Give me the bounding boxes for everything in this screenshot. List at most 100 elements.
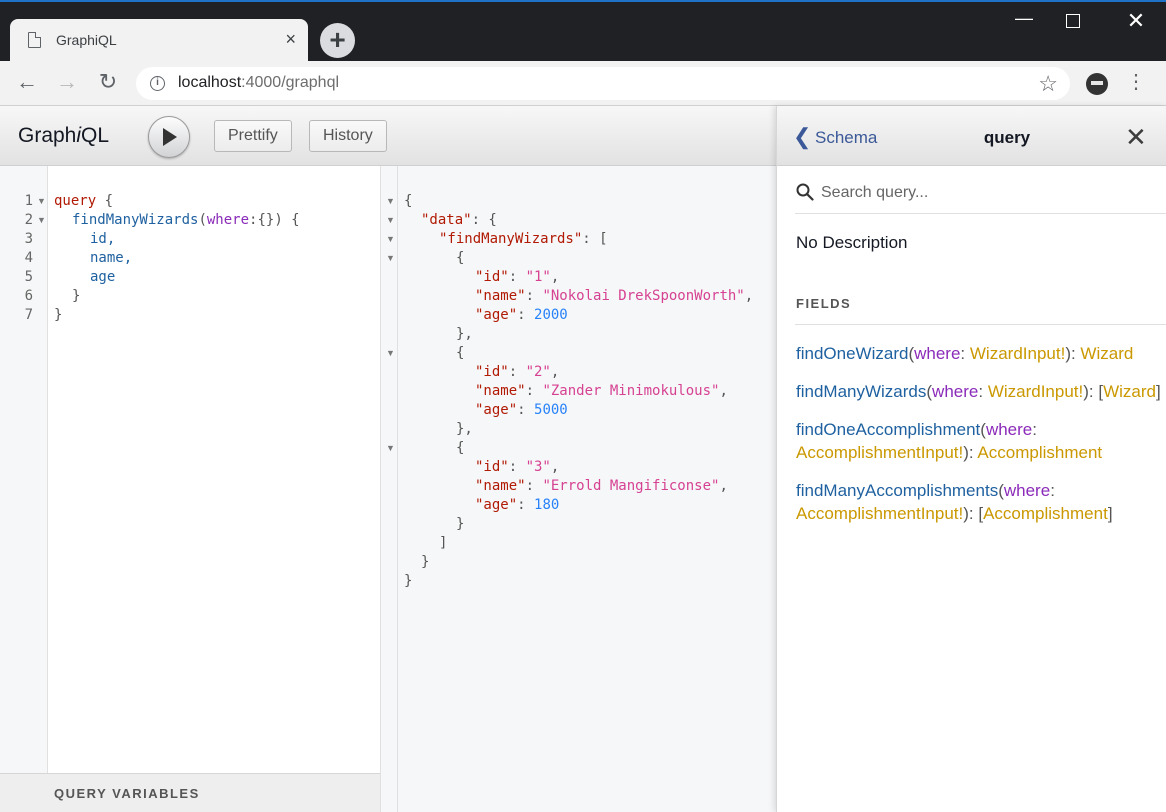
tab-close-icon[interactable]: × [285, 29, 296, 49]
field-name-link[interactable]: findOneWizard [796, 344, 908, 363]
query-editor[interactable]: 1 2 3 4 5 6 7 ▼ ▼ query { findManyWizard… [0, 166, 380, 774]
star-icon[interactable]: ☆ [1038, 71, 1058, 97]
field-arg: where [932, 382, 979, 401]
json-line: }, [456, 326, 473, 342]
json-line: { [404, 193, 413, 209]
fold-arrow-icon[interactable]: ▼ [37, 211, 46, 230]
field-name-link[interactable]: findManyAccomplishments [796, 481, 998, 500]
json-line: } [456, 516, 465, 532]
json-line: { [456, 345, 465, 361]
browser-tab[interactable]: GraphiQL × [10, 19, 308, 63]
info-icon[interactable]: i [150, 76, 165, 91]
json-line: "name": "Nokolai DrekSpoonWorth", [475, 288, 754, 304]
field-arg-type-link[interactable]: WizardInput! [970, 344, 1065, 363]
code-line: findManyWizards(where:{}) { [72, 212, 300, 228]
line-number: 6 [24, 288, 33, 304]
minimize-icon[interactable]: — [1012, 8, 1036, 29]
search-icon [796, 183, 814, 201]
kebab-menu-icon[interactable]: ⋮ [1126, 69, 1146, 95]
line-number: 7 [24, 307, 33, 323]
code-line: name, [90, 250, 133, 266]
json-line: "data": { [421, 212, 497, 228]
field-type-link[interactable]: Wizard [1103, 382, 1156, 401]
fold-arrow-icon[interactable]: ▼ [37, 192, 46, 211]
back-arrow-icon[interactable]: ← [14, 70, 40, 94]
field-arg-type-link[interactable]: WizardInput! [988, 382, 1083, 401]
line-number: 1 [24, 193, 33, 209]
doc-field: findManyAccomplishments(where: Accomplis… [796, 481, 1113, 523]
json-line: } [404, 573, 413, 589]
query-variables-bar[interactable]: QUERY VARIABLES [0, 773, 380, 812]
json-line: "age": 180 [475, 497, 560, 513]
doc-field: findOneAccomplishment(where: Accomplishm… [796, 420, 1103, 462]
new-tab-button[interactable]: + [320, 23, 355, 58]
json-line: "findManyWizards": [ [439, 231, 608, 247]
code-line: } [54, 307, 63, 323]
json-line: "id": "2", [475, 364, 560, 380]
json-line: "id": "1", [475, 269, 560, 285]
page-icon [28, 32, 41, 48]
prettify-button[interactable]: Prettify [214, 120, 292, 152]
code-line: query { [54, 193, 114, 209]
json-line: ] [439, 535, 448, 551]
field-arg-type-link[interactable]: AccomplishmentInput! [796, 443, 963, 462]
json-line: }, [456, 421, 473, 437]
fold-arrow-icon[interactable]: ▼ [386, 211, 395, 230]
history-button[interactable]: History [309, 120, 387, 152]
close-icon[interactable]: ✕ [1125, 124, 1147, 150]
fold-arrow-icon[interactable]: ▼ [386, 439, 395, 458]
url-text[interactable]: localhost:4000/graphql [178, 74, 339, 92]
line-number: 4 [24, 250, 33, 266]
json-line: } [421, 554, 430, 570]
doc-field: findOneWizard(where: WizardInput!): Wiza… [796, 344, 1134, 363]
field-type-link[interactable]: Wizard [1080, 344, 1133, 363]
close-window-icon[interactable]: ✕ [1124, 8, 1148, 34]
divider [795, 324, 1166, 325]
line-number: 2 [24, 212, 33, 228]
browser-toolbar: ← → ↻ i localhost:4000/graphql ☆ ⋮ [0, 61, 1166, 106]
json-line: "id": "3", [475, 459, 560, 475]
code-line: } [72, 288, 81, 304]
field-arg-type-link[interactable]: AccomplishmentInput! [796, 504, 963, 523]
play-icon [163, 128, 177, 146]
divider [795, 213, 1166, 214]
json-line: { [456, 440, 465, 456]
doc-explorer-title: query [983, 128, 1031, 147]
doc-explorer-header: ❮ Schema query ✕ [777, 106, 1166, 166]
json-line: "age": 5000 [475, 402, 568, 418]
fold-arrow-icon[interactable]: ▼ [386, 344, 395, 363]
json-line: "age": 2000 [475, 307, 568, 323]
code-line: id, [90, 231, 116, 247]
line-number: 3 [24, 231, 33, 247]
query-variables-label: QUERY VARIABLES [54, 786, 200, 801]
forward-arrow-icon[interactable]: → [54, 70, 80, 94]
tab-title: GraphiQL [56, 32, 117, 48]
execute-query-button[interactable] [148, 116, 190, 158]
field-name-link[interactable]: findManyWizards [796, 382, 926, 401]
doc-search-input[interactable] [821, 180, 1161, 206]
field-arg: where [985, 420, 1033, 439]
type-description: No Description [796, 233, 908, 252]
json-line: { [456, 250, 465, 266]
json-line: "name": "Errold Mangificonse", [475, 478, 728, 494]
maximize-icon[interactable] [1066, 14, 1080, 28]
graphiql-topbar: GraphiQL Prettify History [0, 106, 776, 166]
browser-titlebar: GraphiQL × + — ✕ [0, 0, 1166, 63]
line-number: 5 [24, 269, 33, 285]
graphiql-logo: GraphiQL [18, 124, 110, 147]
field-type-link[interactable]: Accomplishment [977, 443, 1102, 462]
field-arg: where [914, 344, 961, 363]
code-line: age [90, 269, 116, 285]
doc-field: findManyWizards(where: WizardInput!): [W… [796, 382, 1161, 401]
avatar[interactable] [1086, 73, 1108, 95]
reload-icon[interactable]: ↻ [95, 70, 121, 94]
fold-arrow-icon[interactable]: ▼ [386, 249, 395, 268]
field-arg: where [1003, 481, 1051, 500]
fold-arrow-icon[interactable]: ▼ [386, 230, 395, 249]
fold-arrow-icon[interactable]: ▼ [386, 192, 395, 211]
field-type-link[interactable]: Accomplishment [983, 504, 1108, 523]
field-name-link[interactable]: findOneAccomplishment [796, 420, 980, 439]
fields-heading: FIELDS [796, 296, 852, 311]
address-bar[interactable]: i localhost:4000/graphql ☆ [136, 67, 1070, 100]
json-line: "name": "Zander Minimokulous", [475, 383, 728, 399]
